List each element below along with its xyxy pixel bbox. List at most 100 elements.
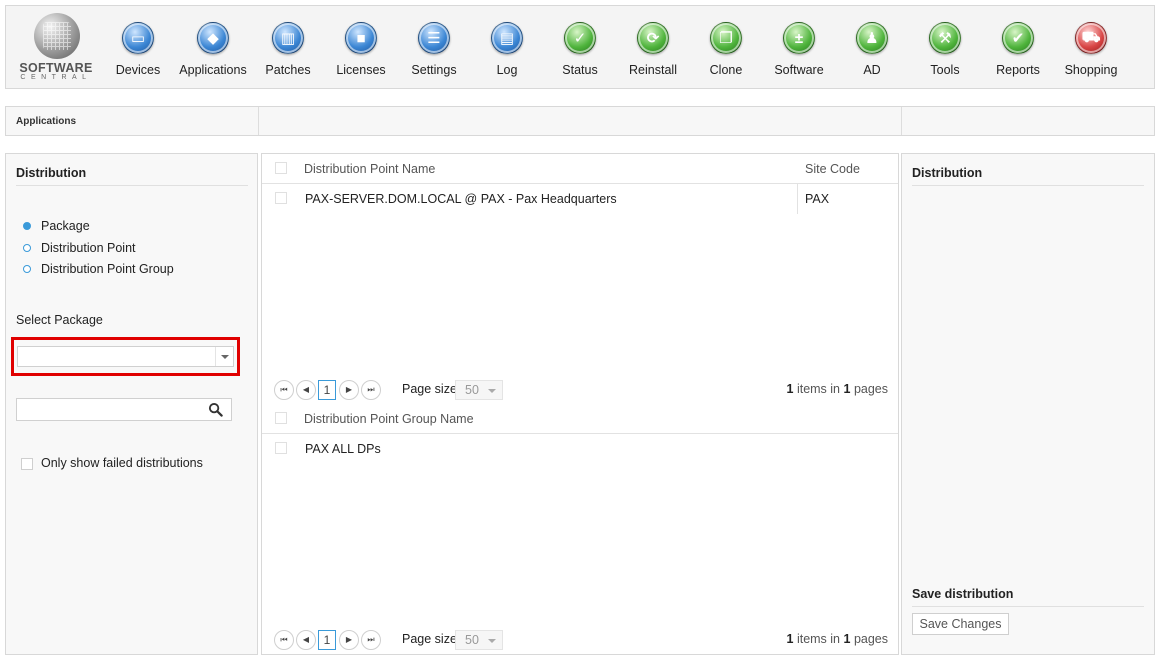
pages-text: pages xyxy=(853,632,888,646)
radio-label: Package xyxy=(41,219,90,233)
nav-reinstall[interactable]: ⟳ Reinstall xyxy=(616,6,690,90)
table-row[interactable]: PAX-SERVER.DOM.LOCAL @ PAX - Pax Headqua… xyxy=(262,184,898,214)
column-header-dpg-name[interactable]: Distribution Point Group Name xyxy=(304,404,474,434)
site-code-cell: PAX xyxy=(805,192,830,206)
page-number[interactable]: 1 xyxy=(318,630,336,650)
divider xyxy=(258,107,259,135)
logo-text: SOFTWARE xyxy=(19,61,93,75)
nav-reports[interactable]: ✔ Reports xyxy=(981,6,1055,90)
nav-licenses[interactable]: ■ Licenses xyxy=(324,6,398,90)
nav-devices[interactable]: ▭ Devices xyxy=(101,6,175,90)
nav-log[interactable]: ▤ Log xyxy=(470,6,544,90)
page-size-value: 50 xyxy=(465,633,479,647)
save-changes-button[interactable]: Save Changes xyxy=(912,613,1009,635)
breadcrumb: Applications xyxy=(16,116,77,127)
pager-info: 1 items in 1 pages xyxy=(787,632,889,646)
row-checkbox[interactable] xyxy=(275,442,287,454)
next-page-icon: ▶ xyxy=(345,385,353,394)
page-size-label: Page size: xyxy=(402,632,461,646)
radio-button[interactable] xyxy=(23,244,31,252)
highlight-box xyxy=(11,337,240,376)
nav-patches[interactable]: ▥ Patches xyxy=(251,6,325,90)
save-section-title: Save distribution xyxy=(912,587,1014,601)
radio-label: Distribution Point Group xyxy=(41,262,174,276)
chevron-down-icon xyxy=(488,389,496,393)
radio-button[interactable] xyxy=(23,265,31,273)
wrench-icon: ⚒ xyxy=(929,22,961,54)
last-page-icon: ⏭ xyxy=(367,635,375,644)
copy-icon: ❐ xyxy=(710,22,742,54)
users-icon: ♟ xyxy=(856,22,888,54)
first-page-icon: ⏮ xyxy=(280,385,288,394)
grid-header: Distribution Point Name Site Code xyxy=(262,154,898,184)
divider xyxy=(912,606,1144,607)
software-central-logo[interactable]: SOFTWARE CENTRAL xyxy=(10,13,102,85)
page-number[interactable]: 1 xyxy=(318,380,336,400)
first-page-button[interactable]: ⏮ xyxy=(274,630,294,650)
nav-applications[interactable]: ◆ Applications xyxy=(176,6,250,90)
prev-page-button[interactable]: ◀ xyxy=(296,380,316,400)
last-page-button[interactable]: ⏭ xyxy=(361,630,381,650)
select-package-label: Select Package xyxy=(16,313,103,327)
search-icon[interactable] xyxy=(208,402,223,417)
select-all-checkbox[interactable] xyxy=(275,412,287,424)
nav-status[interactable]: ✓ Status xyxy=(543,6,617,90)
radio-label: Distribution Point xyxy=(41,241,136,255)
nav-software[interactable]: ± Software xyxy=(762,6,836,90)
shopping-cart-icon: ⛟ xyxy=(1075,22,1107,54)
pager-info: 1 items in 1 pages xyxy=(787,382,889,396)
prev-page-button[interactable]: ◀ xyxy=(296,630,316,650)
divider xyxy=(797,184,798,214)
search-input[interactable] xyxy=(16,398,232,421)
applications-icon: ◆ xyxy=(197,22,229,54)
pages-text: pages xyxy=(853,382,888,396)
distribution-grids-panel: Distribution Point Name Site Code PAX-SE… xyxy=(261,153,899,655)
nav-tools[interactable]: ⚒ Tools xyxy=(908,6,982,90)
next-page-button[interactable]: ▶ xyxy=(339,630,359,650)
row-checkbox[interactable] xyxy=(275,192,287,204)
select-all-checkbox[interactable] xyxy=(275,162,287,174)
page-size-select[interactable]: 50 xyxy=(455,630,503,650)
nav-ad[interactable]: ♟ AD xyxy=(835,6,909,90)
column-header-dp-name[interactable]: Distribution Point Name xyxy=(304,154,435,184)
first-page-icon: ⏮ xyxy=(280,635,288,644)
page-count: 1 xyxy=(843,382,851,396)
plus-minus-icon: ± xyxy=(783,22,815,54)
select-package-dropdown[interactable] xyxy=(17,346,234,367)
nav-shopping[interactable]: ⛟ Shopping xyxy=(1054,6,1128,90)
next-page-button[interactable]: ▶ xyxy=(339,380,359,400)
divider xyxy=(901,107,902,135)
page-size-label: Page size: xyxy=(402,382,461,396)
dpg-name-cell: PAX ALL DPs xyxy=(305,442,381,456)
nav-clone[interactable]: ❐ Clone xyxy=(689,6,763,90)
clipboard-icon: ✔ xyxy=(1002,22,1034,54)
distribution-filter-panel: Distribution Package Distribution Point … xyxy=(5,153,258,655)
failed-only-label: Only show failed distributions xyxy=(41,456,203,470)
breadcrumb-bar: Applications xyxy=(5,106,1155,136)
item-count: 1 xyxy=(786,632,794,646)
page-count: 1 xyxy=(843,632,851,646)
items-text: items in xyxy=(796,382,841,396)
nav-settings[interactable]: ☰ Settings xyxy=(397,6,471,90)
next-page-icon: ▶ xyxy=(345,635,353,644)
dp-name-cell: PAX-SERVER.DOM.LOCAL @ PAX - Pax Headqua… xyxy=(305,192,617,206)
nav-label: Shopping xyxy=(1064,63,1118,77)
table-row[interactable]: PAX ALL DPs xyxy=(262,434,898,464)
panel-title: Distribution xyxy=(912,166,983,180)
column-header-site-code[interactable]: Site Code xyxy=(805,154,860,184)
monitor-icon: ▭ xyxy=(122,22,154,54)
failed-only-checkbox[interactable] xyxy=(21,458,33,470)
prev-page-icon: ◀ xyxy=(302,635,310,644)
grid-header: Distribution Point Group Name xyxy=(262,404,898,434)
first-page-button[interactable]: ⏮ xyxy=(274,380,294,400)
checkmark-icon: ✓ xyxy=(564,22,596,54)
item-count: 1 xyxy=(786,382,794,396)
radio-button[interactable] xyxy=(23,222,31,230)
page-size-select[interactable]: 50 xyxy=(455,380,503,400)
last-page-icon: ⏭ xyxy=(367,385,375,394)
chevron-down-icon[interactable] xyxy=(215,347,233,366)
folder-icon: ■ xyxy=(345,22,377,54)
chevron-down-icon xyxy=(488,639,496,643)
last-page-button[interactable]: ⏭ xyxy=(361,380,381,400)
panel-title: Distribution xyxy=(16,166,87,180)
